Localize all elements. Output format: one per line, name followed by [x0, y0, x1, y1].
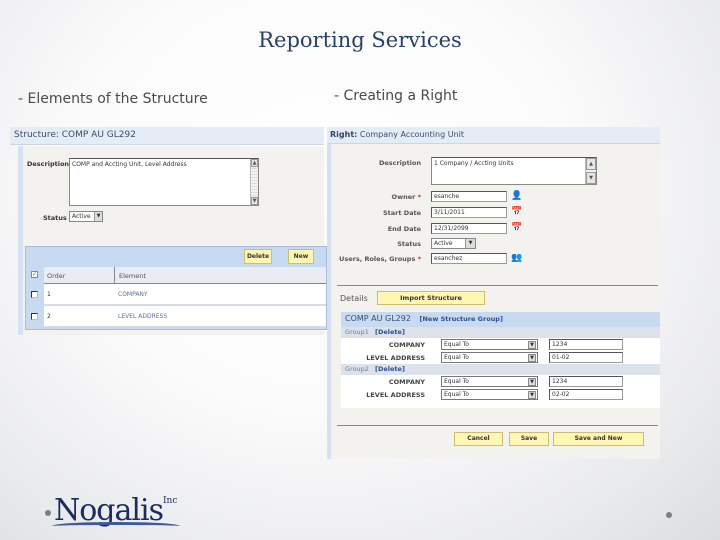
scroll-up-icon[interactable]: ▲ [251, 159, 258, 167]
status-select[interactable]: Active ▼ [69, 211, 103, 222]
right-header-name: Company Accounting Unit [359, 130, 465, 139]
end-date-input[interactable]: 12/31/2099 [431, 223, 507, 234]
group-name: Group1 [345, 328, 369, 336]
cancel-button[interactable]: Cancel [454, 432, 503, 446]
group-row: COMPANY Equal To ▼ 1234 [341, 338, 660, 351]
chevron-down-icon: ▼ [528, 341, 536, 349]
status-value: Active [72, 213, 91, 220]
group-header: Group2 [Delete] [341, 364, 660, 375]
divider [337, 425, 658, 426]
users-roles-groups-input[interactable]: esanchez [431, 253, 507, 264]
delete-button[interactable]: Delete [244, 249, 272, 264]
import-structure-button[interactable]: Import Structure [377, 291, 485, 305]
structure-groups-header: COMP AU GL292 [New Structure Group] [341, 312, 660, 327]
right-header-label: Right: [330, 130, 358, 139]
right-description-textarea[interactable]: 1 Company / Accting Units ▲ ▼ [431, 157, 597, 185]
subtitle-left: - Elements of the Structure [18, 91, 208, 107]
bullet-dot [666, 512, 672, 518]
description-label: Description [27, 160, 70, 168]
structure-form: Description COMP and Accting Unit, Level… [18, 146, 327, 335]
description-textarea[interactable]: COMP and Accting Unit, Level Address ▲ ▼ [69, 158, 259, 206]
new-button[interactable]: New [288, 249, 314, 264]
start-date-input[interactable]: 3/11/2011 [431, 207, 507, 218]
row-element[interactable]: COMPANY [118, 291, 148, 298]
scroll-down-icon[interactable]: ▼ [251, 197, 258, 205]
calendar-icon[interactable]: 📅 [511, 207, 523, 218]
users-roles-groups-label: Users, Roles, Groups * [339, 255, 421, 263]
logo-swoosh [52, 522, 180, 530]
chevron-down-icon: ▼ [528, 378, 536, 386]
save-and-new-button[interactable]: Save and New [553, 432, 644, 446]
group-name: Group2 [345, 365, 369, 373]
scroll-up-icon[interactable]: ▲ [586, 158, 596, 170]
group-row: LEVEL ADDRESS Equal To ▼ 02-02 [341, 388, 660, 401]
structure-groups: COMP AU GL292 [New Structure Group] Grou… [341, 312, 660, 408]
operator-select[interactable]: Equal To ▼ [441, 389, 538, 400]
select-all-checkbox[interactable]: ✓ [31, 271, 38, 278]
value-input[interactable]: 1234 [549, 376, 623, 387]
group-header: Group1 [Delete] [341, 327, 660, 338]
group-lookup-icon[interactable]: 👥 [511, 253, 523, 264]
description-label: Description [378, 159, 421, 167]
row-order: 1 [47, 291, 51, 298]
status-label: Status [397, 240, 421, 248]
table-row[interactable]: 1 COMPANY [44, 284, 326, 305]
end-date-label: End Date [387, 225, 421, 233]
element-name: LEVEL ADDRESS [366, 391, 425, 399]
owner-label: Owner * [391, 193, 421, 201]
owner-input[interactable]: esanche [431, 191, 507, 202]
value-input[interactable]: 01-02 [549, 352, 623, 363]
user-lookup-icon[interactable]: 👤 [511, 191, 523, 202]
grid-header: Order Element [44, 267, 326, 284]
structure-panel: Structure: COMP AU GL292 Description COM… [10, 127, 327, 335]
right-panel: Right: Company Accounting Unit Descripti… [327, 127, 660, 459]
right-status-select[interactable]: Active ▼ [431, 238, 476, 249]
bullet-dot [45, 510, 51, 516]
column-order[interactable]: Order [47, 272, 65, 280]
row-element[interactable]: LEVEL ADDRESS [118, 313, 167, 320]
divider [337, 285, 658, 286]
operator-select[interactable]: Equal To ▼ [441, 339, 538, 350]
delete-group-link[interactable]: [Delete] [375, 328, 405, 336]
start-date-label: Start Date [382, 209, 421, 217]
description-value: COMP and Accting Unit, Level Address [72, 161, 187, 168]
structure-name: COMP AU GL292 [345, 314, 411, 323]
save-button[interactable]: Save [509, 432, 549, 446]
description-scrollbar[interactable]: ▲ ▼ [250, 159, 258, 205]
element-name: COMPANY [388, 378, 425, 386]
right-status-value: Active [434, 240, 453, 247]
delete-group-link[interactable]: [Delete] [375, 365, 405, 373]
chevron-down-icon: ▼ [465, 239, 475, 248]
calendar-icon[interactable]: 📅 [511, 223, 523, 234]
value-input[interactable]: 1234 [549, 339, 623, 350]
new-structure-group-link[interactable]: [New Structure Group] [420, 315, 503, 323]
chevron-down-icon: ▼ [528, 391, 536, 399]
row-checkbox[interactable] [31, 313, 38, 320]
subtitle-right: - Creating a Right [334, 88, 458, 104]
right-header: Right: Company Accounting Unit [327, 127, 660, 144]
column-element[interactable]: Element [114, 267, 150, 283]
group-row: LEVEL ADDRESS Equal To ▼ 01-02 [341, 351, 660, 364]
element-name: COMPANY [388, 341, 425, 349]
details-label: Details [340, 294, 368, 303]
status-label: Status [43, 214, 67, 222]
right-description-value: 1 Company / Accting Units [434, 160, 514, 167]
scroll-down-icon[interactable]: ▼ [586, 172, 596, 184]
slide-title: Reporting Services [258, 28, 462, 52]
right-form: Description 1 Company / Accting Units ▲ … [327, 144, 660, 459]
operator-select[interactable]: Equal To ▼ [441, 376, 538, 387]
chevron-down-icon: ▼ [94, 212, 102, 221]
row-checkbox[interactable] [31, 291, 38, 298]
element-name: LEVEL ADDRESS [366, 354, 425, 362]
structure-header: Structure: COMP AU GL292 [10, 127, 324, 145]
elements-grid: Delete New ✓ Order Element 1 COMPANY 2 L… [25, 246, 327, 330]
right-description-scrollbar[interactable]: ▲ ▼ [585, 158, 596, 184]
value-input[interactable]: 02-02 [549, 389, 623, 400]
group-row: COMPANY Equal To ▼ 1234 [341, 375, 660, 388]
operator-select[interactable]: Equal To ▼ [441, 352, 538, 363]
row-order: 2 [47, 313, 51, 320]
chevron-down-icon: ▼ [528, 354, 536, 362]
table-row[interactable]: 2 LEVEL ADDRESS [44, 306, 326, 327]
